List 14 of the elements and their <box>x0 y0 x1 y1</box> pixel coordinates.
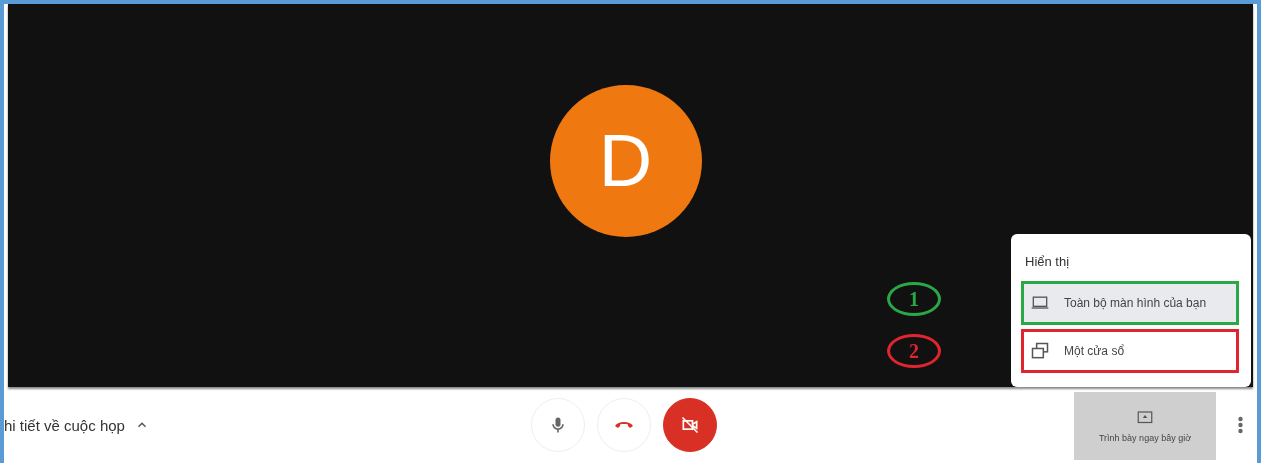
present-now-button[interactable]: Trình bày ngay bây giờ <box>1074 392 1216 460</box>
more-options-icon <box>1238 416 1243 434</box>
phone-hangup-icon <box>614 422 633 428</box>
annotation-marker: 2 <box>887 334 941 368</box>
menu-item[interactable]: Một cửa sổ <box>1021 329 1239 373</box>
avatar: D <box>549 84 702 237</box>
mic-button[interactable] <box>530 398 585 452</box>
menu-item[interactable]: Toàn bộ màn hình của bạn <box>1021 281 1239 325</box>
windows-icon <box>1030 341 1050 361</box>
camera-off-icon <box>679 415 700 435</box>
menu-heading: Hiển thị <box>1024 254 1071 271</box>
meeting-details-link[interactable]: hi tiết về cuộc họp <box>4 416 125 434</box>
camera-button[interactable] <box>662 398 717 452</box>
annotation-marker: 1 <box>887 282 941 316</box>
